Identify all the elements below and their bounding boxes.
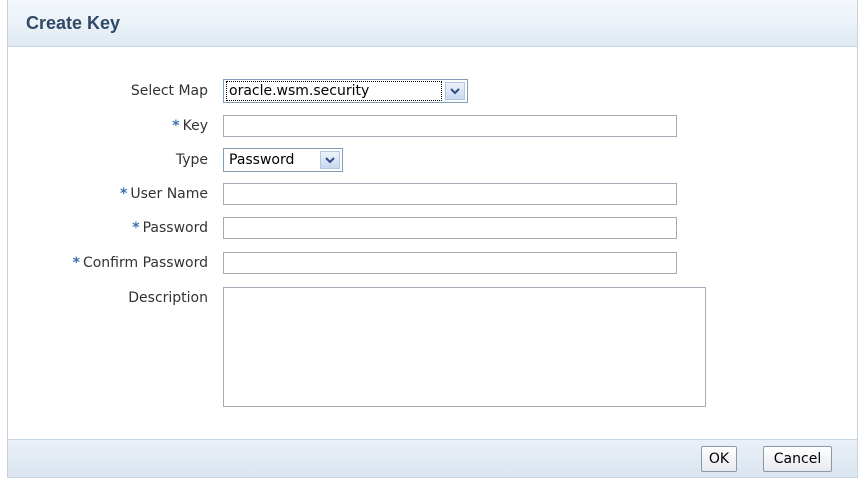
password-label: * Password — [132, 220, 208, 236]
description-textarea[interactable] — [223, 287, 706, 407]
user-name-row: * User Name — [8, 182, 208, 208]
user-name-label: * User Name — [120, 186, 208, 202]
select-map-value: oracle.wsm.security — [226, 81, 442, 101]
dialog-footer: OK Cancel — [8, 439, 857, 477]
chevron-down-icon[interactable] — [320, 151, 340, 169]
key-label: * Key — [172, 118, 208, 134]
ok-button[interactable]: OK — [701, 446, 737, 472]
cancel-button[interactable]: Cancel — [763, 446, 832, 472]
type-row: Type — [8, 148, 208, 174]
select-map-dropdown[interactable]: oracle.wsm.security — [223, 79, 468, 103]
select-map-label: Select Map — [130, 83, 208, 99]
key-row: * Key — [8, 114, 208, 140]
description-row: Description — [8, 286, 208, 312]
dialog-title: Create Key — [26, 13, 121, 33]
password-row: * Password — [8, 216, 208, 242]
user-name-input[interactable] — [223, 183, 677, 205]
password-input[interactable] — [223, 217, 677, 239]
required-marker: * — [120, 186, 128, 202]
create-key-dialog: Create Key Select Map oracle.wsm.securit… — [7, 0, 858, 478]
dialog-header: Create Key — [8, 0, 857, 47]
required-marker: * — [172, 118, 180, 134]
description-label: Description — [128, 290, 208, 306]
confirm-password-row: * Confirm Password — [8, 251, 208, 277]
type-value: Password — [229, 152, 295, 168]
chevron-down-icon[interactable] — [445, 82, 465, 100]
select-map-row: Select Map — [8, 79, 208, 105]
key-input[interactable] — [223, 115, 677, 137]
required-marker: * — [132, 220, 140, 236]
confirm-password-label: * Confirm Password — [72, 255, 208, 271]
type-dropdown[interactable]: Password — [223, 148, 343, 172]
confirm-password-input[interactable] — [223, 252, 677, 274]
required-marker: * — [72, 255, 80, 271]
type-label: Type — [175, 152, 208, 168]
